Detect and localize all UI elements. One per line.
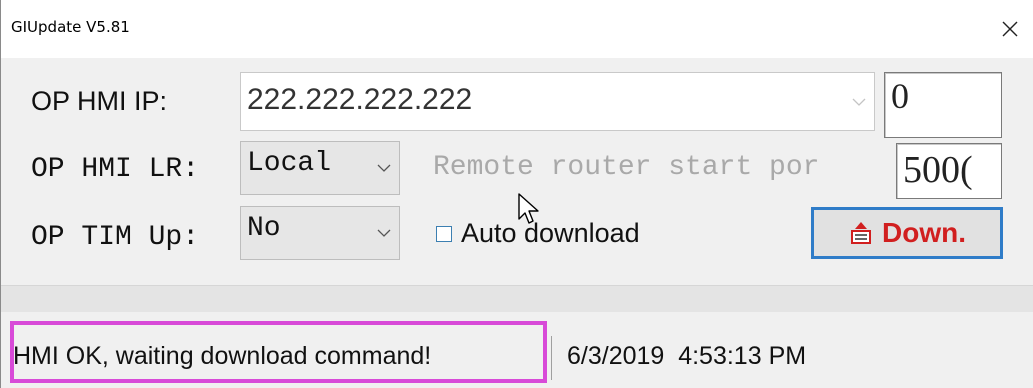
- chevron-down-icon: [377, 229, 391, 237]
- port-input[interactable]: 500(: [896, 143, 1002, 199]
- status-message: HMI OK, waiting download command!: [13, 342, 432, 370]
- download-icon: [851, 222, 871, 244]
- download-button[interactable]: Down.: [811, 207, 1003, 259]
- ip-index-input[interactable]: 0: [884, 72, 1002, 138]
- lr-label: OP HMI LR:: [31, 154, 200, 185]
- ip-combobox[interactable]: 222.222.222.222: [240, 72, 875, 131]
- status-datetime: 6/3/2019 4:53:13 PM: [567, 342, 807, 370]
- auto-download-label[interactable]: Auto download: [461, 218, 640, 249]
- window-title: GIUpdate V5.81: [11, 18, 130, 36]
- port-value: 500(: [903, 149, 973, 191]
- lr-select[interactable]: Local: [240, 141, 400, 195]
- chevron-down-icon: [377, 164, 391, 172]
- auto-download-checkbox[interactable]: [436, 226, 452, 242]
- chevron-down-icon: [852, 98, 866, 106]
- close-icon: [1002, 21, 1018, 37]
- status-divider: [551, 336, 552, 380]
- download-button-label: Down.: [882, 217, 966, 248]
- separator-bar: [1, 285, 1033, 312]
- close-button[interactable]: [987, 0, 1033, 58]
- tim-value: No: [247, 213, 281, 244]
- lr-value: Local: [247, 148, 332, 179]
- app-window: GIUpdate V5.81 OP HMI IP: 222.222.222.22…: [0, 0, 1033, 388]
- mouse-pointer-icon: [518, 193, 539, 224]
- ip-index-value: 0: [891, 76, 909, 116]
- ip-value: 222.222.222.222: [247, 83, 473, 116]
- title-bar: GIUpdate V5.81: [1, 0, 1033, 58]
- tim-select[interactable]: No: [240, 206, 400, 260]
- remote-router-port-label: Remote router start por: [433, 152, 820, 183]
- tim-label: OP TIM Up:: [31, 222, 200, 253]
- ip-label: OP HMI IP:: [31, 86, 168, 116]
